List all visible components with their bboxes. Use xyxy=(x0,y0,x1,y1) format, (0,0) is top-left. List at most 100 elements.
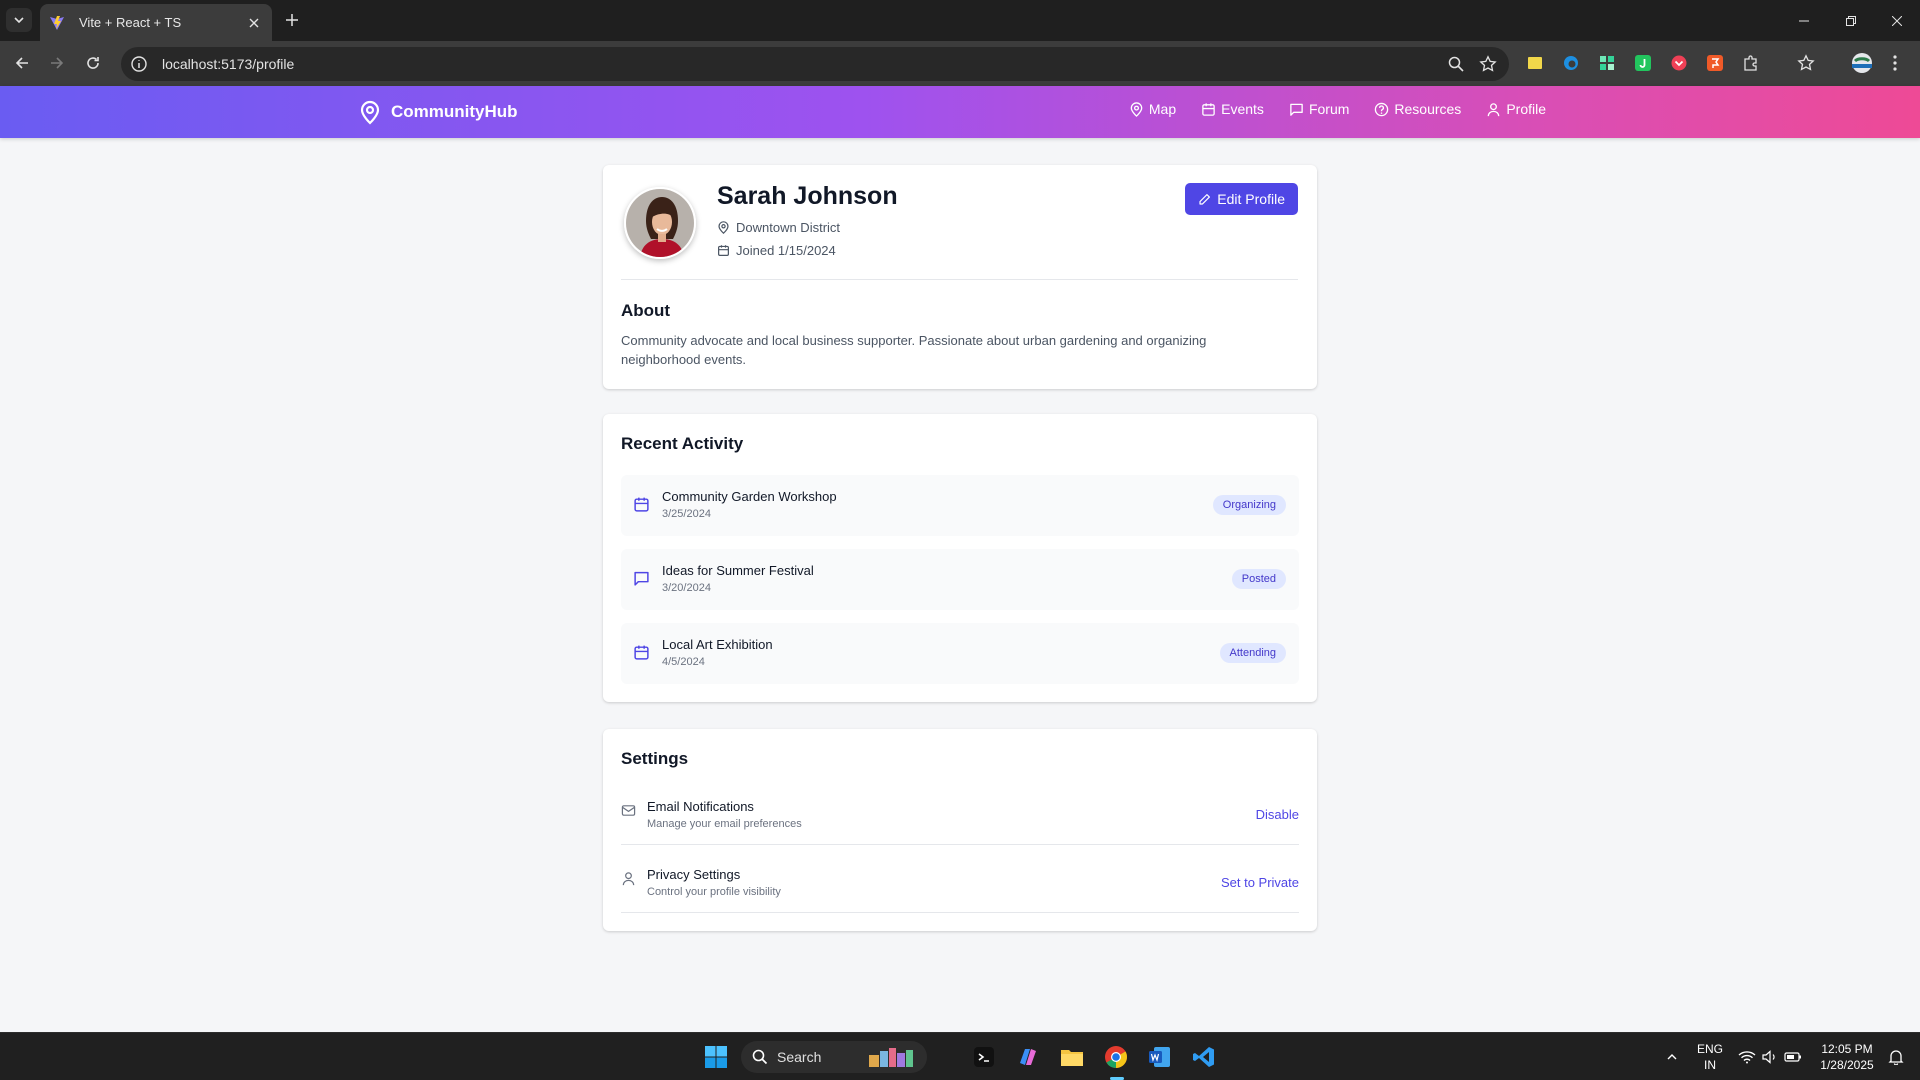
windows-logo-icon xyxy=(705,1046,727,1068)
profile-joined-text: Joined 1/15/2024 xyxy=(736,243,836,258)
set-private-button[interactable]: Set to Private xyxy=(1221,875,1299,890)
taskbar-app-word[interactable] xyxy=(1144,1041,1176,1073)
map-pin-icon xyxy=(718,221,729,234)
calendar-icon xyxy=(718,245,729,256)
browser-menu-icon[interactable] xyxy=(1885,53,1905,73)
nav-map[interactable]: Map xyxy=(1129,101,1176,117)
pocket-extension-icon[interactable] xyxy=(1669,53,1689,73)
zoom-icon[interactable] xyxy=(1447,55,1465,73)
chrome-icon xyxy=(1105,1046,1127,1068)
taskbar-search-label: Search xyxy=(777,1049,822,1065)
taskbar-app-copilot[interactable] xyxy=(1012,1041,1044,1073)
extensions-puzzle-icon[interactable] xyxy=(1741,53,1761,73)
j-extension-icon[interactable] xyxy=(1633,53,1653,73)
nav-forum-label: Forum xyxy=(1308,101,1350,117)
browser-toolbar: localhost:5173/profile xyxy=(0,41,1920,86)
language-code: ENG xyxy=(1696,1042,1723,1056)
search-icon xyxy=(752,1049,768,1065)
terminal-app-icon xyxy=(974,1047,994,1067)
site-info-icon[interactable] xyxy=(130,55,148,73)
forward-button[interactable] xyxy=(46,52,68,74)
nav-links: Map Events Forum Resources Profile xyxy=(1129,101,1546,117)
flag-extension-icon[interactable] xyxy=(1705,53,1725,73)
tray-overflow-button[interactable] xyxy=(1656,1041,1688,1073)
brand-link[interactable]: CommunityHub xyxy=(358,99,518,125)
setting-title: Email Notifications xyxy=(647,799,754,814)
nav-events[interactable]: Events xyxy=(1201,101,1264,117)
clock-date: 1/28/2025 xyxy=(1820,1058,1874,1072)
avatar xyxy=(624,187,696,259)
system-tray-status[interactable] xyxy=(1733,1041,1807,1073)
divider xyxy=(621,279,1298,280)
setting-row-privacy: Privacy Settings Control your profile vi… xyxy=(621,851,1299,913)
activity-date: 4/5/2024 xyxy=(662,656,705,668)
bookmarks-star-icon[interactable] xyxy=(1796,53,1816,73)
recent-activity-card: Recent Activity Community Garden Worksho… xyxy=(603,414,1317,702)
arrow-right-icon xyxy=(51,57,64,69)
profile-location-text: Downtown District xyxy=(736,220,841,235)
taskbar-app-chrome[interactable] xyxy=(1100,1041,1132,1073)
new-tab-button[interactable] xyxy=(282,10,302,30)
calendar-icon xyxy=(634,645,649,660)
user-icon xyxy=(1488,102,1500,116)
help-circle-icon xyxy=(1375,102,1389,116)
clock-time: 12:05 PM xyxy=(1821,1042,1873,1056)
start-button[interactable] xyxy=(700,1041,732,1073)
bookmark-star-icon[interactable] xyxy=(1479,55,1497,73)
map-pin-logo-icon xyxy=(360,100,380,125)
activity-item[interactable]: Ideas for Summer Festival 3/20/2024 Post… xyxy=(621,549,1299,610)
reload-icon xyxy=(87,57,99,69)
edge-extension-icon[interactable] xyxy=(1561,53,1581,73)
minimize-button[interactable] xyxy=(1793,10,1815,32)
taskbar-search[interactable]: Search xyxy=(741,1041,927,1073)
plus-icon xyxy=(286,14,298,26)
activity-badge: Organizing xyxy=(1212,495,1286,515)
sticky-notes-extension-icon[interactable] xyxy=(1525,53,1545,73)
taskbar-app-terminal[interactable] xyxy=(968,1041,1000,1073)
close-icon xyxy=(1892,16,1902,26)
wifi-icon xyxy=(1738,1051,1756,1064)
taskbar-app-file-explorer[interactable] xyxy=(1056,1041,1088,1073)
nav-resources[interactable]: Resources xyxy=(1374,101,1461,117)
address-bar[interactable]: localhost:5173/profile xyxy=(121,47,1509,81)
setting-description: Control your profile visibility xyxy=(647,886,781,898)
battery-icon xyxy=(1784,1052,1801,1062)
setting-title: Privacy Settings xyxy=(647,867,741,882)
about-heading: About xyxy=(621,301,671,320)
back-button[interactable] xyxy=(11,52,33,74)
setting-description: Manage your email preferences xyxy=(647,818,802,830)
nav-resources-label: Resources xyxy=(1394,101,1462,117)
activity-title: Local Art Exhibition xyxy=(662,637,773,652)
tab-search-button[interactable] xyxy=(6,8,32,32)
reload-button[interactable] xyxy=(82,52,104,74)
recent-activity-heading: Recent Activity xyxy=(621,434,744,453)
browser-tab-bar: Vite + React + TS xyxy=(0,0,1920,41)
message-square-icon xyxy=(634,571,649,586)
edit-profile-button[interactable]: Edit Profile xyxy=(1185,183,1298,215)
settings-card: Settings Email Notifications Manage your… xyxy=(603,729,1317,931)
browser-tab[interactable]: Vite + React + TS xyxy=(40,4,272,41)
profile-card: Sarah Johnson Downtown District Joined 1… xyxy=(603,165,1317,389)
grid-extension-icon[interactable] xyxy=(1597,53,1617,73)
restore-button[interactable] xyxy=(1840,10,1862,32)
edit-profile-label: Edit Profile xyxy=(1217,191,1285,207)
brand-name: CommunityHub xyxy=(391,102,518,121)
minimize-icon xyxy=(1799,20,1809,22)
about-text: Community advocate and local business su… xyxy=(621,333,1207,367)
close-window-button[interactable] xyxy=(1886,10,1908,32)
activity-item[interactable]: Local Art Exhibition 4/5/2024 Attending xyxy=(621,623,1299,684)
nav-profile[interactable]: Profile xyxy=(1486,101,1546,117)
activity-badge: Attending xyxy=(1219,643,1286,663)
disable-email-button[interactable]: Disable xyxy=(1256,807,1299,822)
clock[interactable]: 12:05 PM 1/28/2025 xyxy=(1810,1041,1884,1073)
restore-icon xyxy=(1846,16,1856,26)
language-indicator[interactable]: ENG IN xyxy=(1692,1041,1728,1073)
url-text[interactable]: localhost:5173/profile xyxy=(162,56,1447,72)
taskbar-app-vscode[interactable] xyxy=(1188,1041,1220,1073)
notifications-button[interactable] xyxy=(1884,1041,1908,1073)
tab-close-icon[interactable] xyxy=(244,13,264,33)
volume-icon xyxy=(1762,1050,1775,1064)
profile-avatar-icon[interactable] xyxy=(1850,51,1874,75)
nav-forum[interactable]: Forum xyxy=(1289,101,1349,117)
activity-item[interactable]: Community Garden Workshop 3/25/2024 Orga… xyxy=(621,475,1299,536)
